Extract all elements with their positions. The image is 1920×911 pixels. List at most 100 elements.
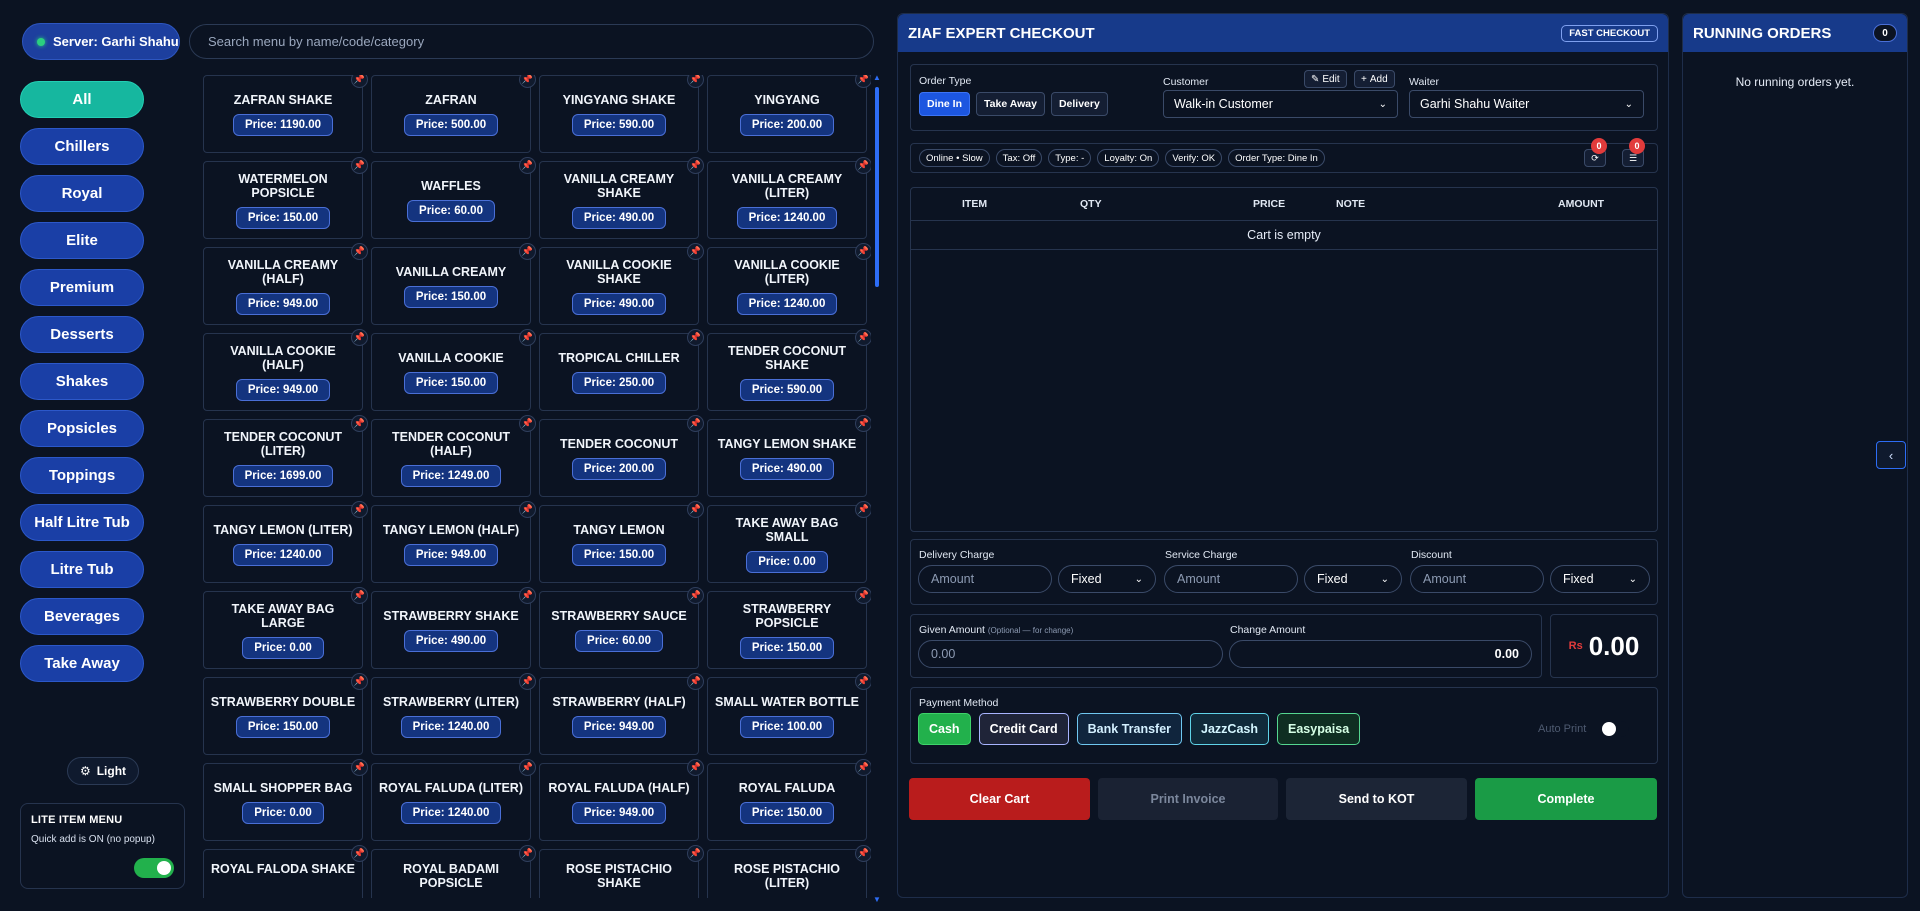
pin-icon[interactable]: 📌 [687, 845, 704, 862]
order-type-delivery[interactable]: Delivery [1050, 92, 1108, 116]
menu-item-card[interactable]: 📌 WATERMELON POPSICLE Price: 150.00 [203, 157, 368, 239]
pin-icon[interactable]: 📌 [855, 845, 871, 862]
pin-icon[interactable]: 📌 [687, 587, 704, 604]
pin-icon[interactable]: 📌 [351, 75, 368, 88]
menu-item-card[interactable]: 📌 TROPICAL CHILLER Price: 250.00 [539, 329, 704, 411]
pin-icon[interactable]: 📌 [519, 157, 536, 174]
menu-item-card[interactable]: 📌 STRAWBERRY SAUCE Price: 60.00 [539, 587, 704, 669]
category-half-litre-tub[interactable]: Half Litre Tub [20, 504, 144, 541]
menu-item-card[interactable]: 📌 VANILLA CREAMY Price: 150.00 [371, 243, 536, 325]
quick-add-toggle[interactable] [134, 858, 174, 878]
pin-icon[interactable]: 📌 [855, 329, 871, 346]
menu-item-card[interactable]: 📌 WAFFLES Price: 60.00 [371, 157, 536, 239]
complete-button[interactable]: Complete [1475, 778, 1657, 820]
server-badge[interactable]: Server: Garhi Shahu [22, 23, 180, 60]
order-type-take-away[interactable]: Take Away [976, 92, 1045, 116]
pin-icon[interactable]: 📌 [519, 587, 536, 604]
pin-icon[interactable]: 📌 [519, 243, 536, 260]
category-elite[interactable]: Elite [20, 222, 144, 259]
menu-item-card[interactable]: 📌 TANGY LEMON (HALF) Price: 949.00 [371, 501, 536, 583]
category-beverages[interactable]: Beverages [20, 598, 144, 635]
search-input[interactable] [189, 24, 874, 59]
pay-bank-transfer-button[interactable]: Bank Transfer [1076, 713, 1183, 745]
menu-item-card[interactable]: 📌 SMALL WATER BOTTLE Price: 100.00 [707, 673, 871, 755]
menu-item-card[interactable]: 📌 ROYAL FALUDA (LITER) Price: 1240.00 [371, 759, 536, 841]
pin-icon[interactable]: 📌 [351, 415, 368, 432]
clear-cart-button[interactable]: Clear Cart [909, 778, 1090, 820]
collapse-panel-button[interactable]: ‹ [1876, 441, 1906, 469]
menu-item-card[interactable]: 📌 ZAFRAN Price: 500.00 [371, 75, 536, 153]
pin-icon[interactable]: 📌 [351, 587, 368, 604]
pin-icon[interactable]: 📌 [687, 243, 704, 260]
menu-item-card[interactable]: 📌 VANILLA COOKIE (LITER) Price: 1240.00 [707, 243, 871, 325]
fast-checkout-badge[interactable]: FAST CHECKOUT [1561, 24, 1658, 42]
category-popsicles[interactable]: Popsicles [20, 410, 144, 447]
menu-item-card[interactable]: 📌 TANGY LEMON Price: 150.00 [539, 501, 704, 583]
customer-select[interactable]: Walk-in Customer ⌄ [1163, 90, 1398, 118]
pin-icon[interactable]: 📌 [519, 501, 536, 518]
pin-icon[interactable]: 📌 [351, 845, 368, 862]
menu-item-card[interactable]: 📌 SMALL SHOPPER BAG Price: 0.00 [203, 759, 368, 841]
menu-item-card[interactable]: 📌 STRAWBERRY (LITER) Price: 1240.00 [371, 673, 536, 755]
menu-item-card[interactable]: 📌 TENDER COCONUT SHAKE Price: 590.00 [707, 329, 871, 411]
pin-icon[interactable]: 📌 [855, 75, 871, 88]
pin-icon[interactable]: 📌 [519, 75, 536, 88]
pin-icon[interactable]: 📌 [687, 329, 704, 346]
pin-icon[interactable]: 📌 [855, 587, 871, 604]
discount-input[interactable]: Amount [1410, 565, 1544, 593]
given-amount-input[interactable]: 0.00 [918, 640, 1223, 668]
add-customer-button[interactable]: + Add [1354, 70, 1395, 88]
pin-icon[interactable]: 📌 [351, 673, 368, 690]
theme-toggle-button[interactable]: ⚙ Light [67, 757, 139, 785]
menu-item-card[interactable]: 📌 VANILLA COOKIE (HALF) Price: 949.00 [203, 329, 368, 411]
scroll-up-icon[interactable]: ▲ [873, 73, 881, 82]
menu-item-card[interactable]: 📌 YINGYANG SHAKE Price: 590.00 [539, 75, 704, 153]
menu-item-card[interactable]: 📌 VANILLA CREAMY SHAKE Price: 490.00 [539, 157, 704, 239]
order-type-dine-in[interactable]: Dine In [919, 92, 971, 116]
menu-item-card[interactable]: 📌 TANGY LEMON (LITER) Price: 1240.00 [203, 501, 368, 583]
pin-icon[interactable]: 📌 [687, 501, 704, 518]
category-chillers[interactable]: Chillers [20, 128, 144, 165]
delivery-charge-input[interactable]: Amount [918, 565, 1052, 593]
menu-item-card[interactable]: 📌 ROYAL FALODA SHAKE [203, 845, 368, 898]
pin-icon[interactable]: 📌 [519, 329, 536, 346]
pin-icon[interactable]: 📌 [687, 759, 704, 776]
category-royal[interactable]: Royal [20, 175, 144, 212]
category-toppings[interactable]: Toppings [20, 457, 144, 494]
menu-item-card[interactable]: 📌 ROYAL BADAMI POPSICLE [371, 845, 536, 898]
menu-item-card[interactable]: 📌 ROYAL FALUDA (HALF) Price: 949.00 [539, 759, 704, 841]
menu-item-card[interactable]: 📌 TAKE AWAY BAG LARGE Price: 0.00 [203, 587, 368, 669]
pin-icon[interactable]: 📌 [519, 673, 536, 690]
pin-icon[interactable]: 📌 [855, 157, 871, 174]
category-all[interactable]: All [20, 81, 144, 118]
pin-icon[interactable]: 📌 [519, 415, 536, 432]
menu-item-card[interactable]: 📌 VANILLA COOKIE Price: 150.00 [371, 329, 536, 411]
auto-print-toggle[interactable] [1601, 721, 1629, 737]
menu-item-card[interactable]: 📌 ROSE PISTACHIO (LITER) [707, 845, 871, 898]
menu-item-card[interactable]: 📌 ZAFRAN SHAKE Price: 1190.00 [203, 75, 368, 153]
pay-credit-card-button[interactable]: Credit Card [978, 713, 1069, 745]
menu-item-card[interactable]: 📌 TANGY LEMON SHAKE Price: 490.00 [707, 415, 871, 497]
scroll-thumb[interactable] [875, 87, 879, 287]
pin-icon[interactable]: 📌 [855, 759, 871, 776]
menu-item-card[interactable]: 📌 VANILLA COOKIE SHAKE Price: 490.00 [539, 243, 704, 325]
delivery-charge-type-select[interactable]: Fixed ⌄ [1058, 565, 1156, 593]
service-charge-input[interactable]: Amount [1164, 565, 1298, 593]
service-charge-type-select[interactable]: Fixed ⌄ [1304, 565, 1402, 593]
menu-item-card[interactable]: 📌 STRAWBERRY (HALF) Price: 949.00 [539, 673, 704, 755]
pin-icon[interactable]: 📌 [351, 501, 368, 518]
pin-icon[interactable]: 📌 [687, 415, 704, 432]
waiter-select[interactable]: Garhi Shahu Waiter ⌄ [1409, 90, 1644, 118]
pin-icon[interactable]: 📌 [855, 673, 871, 690]
menu-item-card[interactable]: 📌 TAKE AWAY BAG SMALL Price: 0.00 [707, 501, 871, 583]
pin-icon[interactable]: 📌 [687, 673, 704, 690]
menu-item-card[interactable]: 📌 YINGYANG Price: 200.00 [707, 75, 871, 153]
pin-icon[interactable]: 📌 [855, 501, 871, 518]
menu-item-card[interactable]: 📌 TENDER COCONUT (HALF) Price: 1249.00 [371, 415, 536, 497]
menu-item-card[interactable]: 📌 VANILLA CREAMY (LITER) Price: 1240.00 [707, 157, 871, 239]
pin-icon[interactable]: 📌 [351, 759, 368, 776]
menu-item-card[interactable]: 📌 ROSE PISTACHIO SHAKE [539, 845, 704, 898]
category-shakes[interactable]: Shakes [20, 363, 144, 400]
category-take-away[interactable]: Take Away [20, 645, 144, 682]
menu-item-card[interactable]: 📌 TENDER COCONUT Price: 200.00 [539, 415, 704, 497]
